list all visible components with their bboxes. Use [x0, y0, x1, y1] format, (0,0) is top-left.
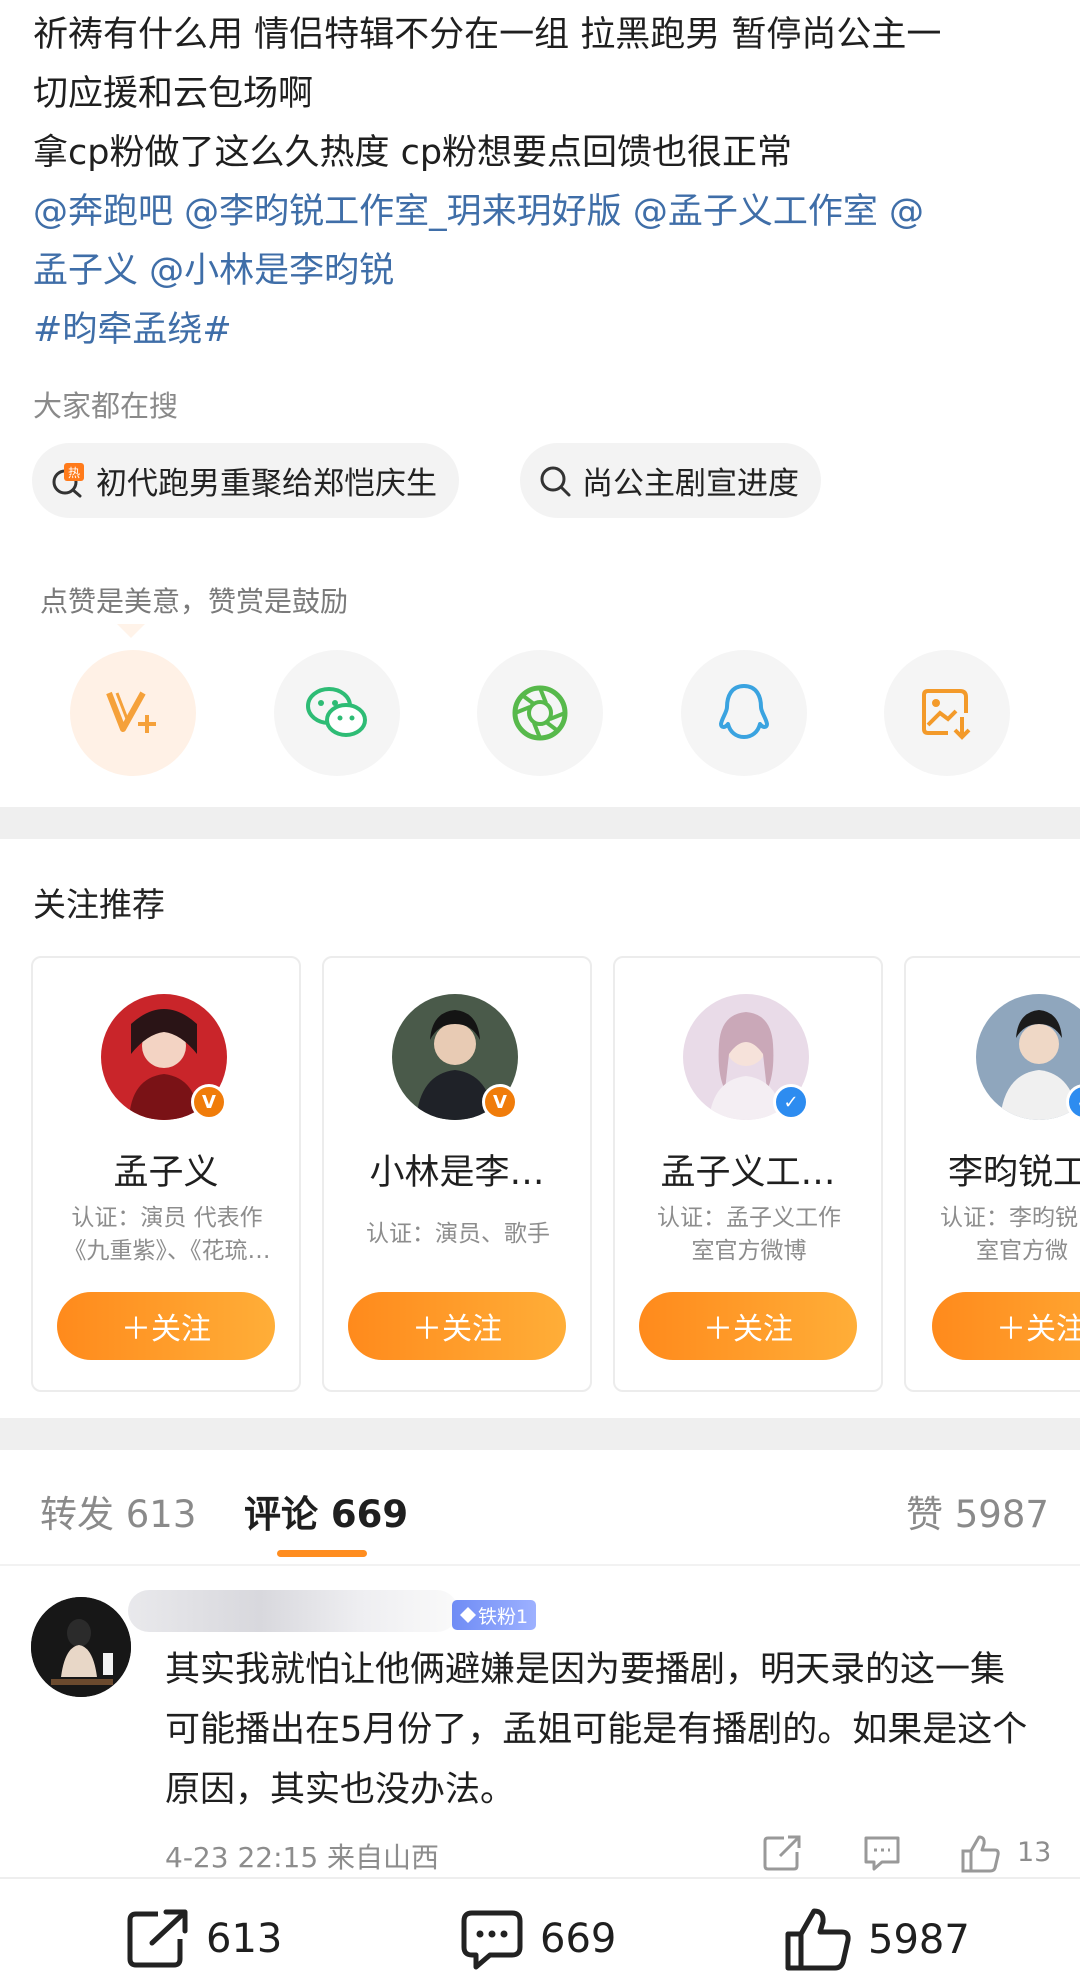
bottom-like-button[interactable]: 5987 [784, 1907, 970, 1973]
comment-like-icon[interactable] [960, 1834, 1002, 1874]
section-divider [0, 807, 1080, 839]
mention-link-li-studio[interactable]: @李昀锐工作室_玥来玥好版 [184, 192, 622, 232]
card-desc-line: 认证：孟子义工作 [657, 1205, 841, 1231]
card-name: 孟子义工… [660, 1153, 836, 1193]
reward-v-plus-icon [106, 691, 156, 733]
card-desc-line: 《九重紫》、《花琉… [63, 1238, 271, 1264]
bottom-repost-button[interactable]: 613 [124, 1907, 282, 1971]
post-line: 祈祷有什么用 情侣特辑不分在一组 拉黑跑男 暂停尚公主一 [33, 15, 942, 55]
card-desc-line: 室官方微 [976, 1238, 1068, 1264]
tab-likes[interactable]: 赞 5987 [906, 1484, 1049, 1538]
fan-badge-text: 铁粉1 [478, 1605, 529, 1628]
follow-button[interactable]: ＋关注 [348, 1292, 566, 1360]
card-name: 孟子义 [113, 1153, 219, 1193]
card-desc-line: 认证：演员、歌手 [366, 1221, 550, 1247]
comment-reply-icon[interactable] [862, 1834, 902, 1872]
search-chip[interactable]: 尚公主剧宣进度 [520, 443, 821, 518]
save-image-icon [922, 689, 971, 740]
bottom-action-bar: 613 669 5987 [0, 1877, 1080, 1987]
comment-meta: 4-23 22:15 来自山西 [165, 1836, 439, 1876]
recommend-card[interactable]: ✓ 李昀锐工 认证：李昀锐 室官方微 ＋关注 [904, 956, 1080, 1392]
hot-search-label: 大家都在搜 [33, 389, 179, 423]
hot-search-icon: 热 [52, 462, 84, 497]
card-description: 认证：孟子义工作 室官方微博 [639, 1202, 859, 1268]
diamond-icon [460, 1607, 476, 1623]
verified-badge-icon: V [482, 1084, 518, 1120]
tabs-divider [0, 1564, 1080, 1566]
save-image-button[interactable] [884, 650, 1010, 776]
card-description: 认证：演员 代表作 《九重紫》、《花琉… [57, 1202, 277, 1268]
bottom-like-count: 5987 [868, 1917, 970, 1963]
comment-location: 来自山西 [327, 1841, 440, 1874]
tooltip-caret-icon [117, 624, 145, 638]
tab-comments[interactable]: 评论 669 [244, 1484, 408, 1538]
wechat-icon [306, 687, 367, 737]
bottom-repost-count: 613 [206, 1916, 283, 1962]
mention-link-xiaolin[interactable]: @小林是李昀锐 [149, 251, 394, 291]
comment-like-count: 13 [1017, 1837, 1052, 1868]
search-chip-text: 尚公主剧宣进度 [582, 466, 799, 502]
hot-search-text: 初代跑男重聚给郑恺庆生 [96, 466, 437, 502]
card-desc-line: 室官方微博 [691, 1238, 807, 1264]
card-description: 认证：李昀锐 室官方微 [940, 1202, 1080, 1268]
avatar[interactable] [976, 994, 1080, 1120]
verified-badge-icon: ✓ [773, 1084, 809, 1120]
recommend-card[interactable]: V 小林是李… 认证：演员、歌手 ＋关注 [322, 956, 592, 1392]
hot-search-chip[interactable]: 热 初代跑男重聚给郑恺庆生 [32, 443, 459, 518]
like-icon [785, 1908, 851, 1971]
mention-link-paopao[interactable]: @奔跑吧 [33, 192, 173, 232]
card-name: 小林是李… [369, 1153, 545, 1193]
qq-icon [719, 684, 769, 739]
tab-repost[interactable]: 转发 613 [40, 1484, 196, 1538]
comment-repost-icon[interactable] [762, 1834, 802, 1872]
fan-level-badge: 铁粉1 [452, 1600, 537, 1630]
hashtag-link[interactable]: #昀牵孟绕# [33, 310, 232, 350]
recommend-card[interactable]: V 孟子义 认证：演员 代表作 《九重紫》、《花琉… ＋关注 [31, 956, 301, 1392]
reward-tooltip: 点赞是美意，赞赏是鼓励 [40, 585, 349, 618]
share-wechat-button[interactable] [274, 650, 400, 776]
recommend-card[interactable]: ✓ 孟子义工… 认证：孟子义工作 室官方微博 ＋关注 [613, 956, 883, 1392]
post-content: 祈祷有什么用 情侣特辑不分在一组 拉黑跑男 暂停尚公主一 切应援和云包场啊 拿c… [33, 6, 1053, 360]
card-desc-line: 认证：李昀锐 [940, 1205, 1078, 1231]
comment-time: 4-23 22:15 [165, 1841, 319, 1874]
search-icon [540, 466, 571, 496]
card-description: 认证：演员、歌手 [348, 1218, 568, 1251]
mention-link-meng-start[interactable]: @ [889, 192, 924, 232]
follow-button[interactable]: ＋关注 [639, 1292, 857, 1360]
share-qq-button[interactable] [681, 650, 807, 776]
comment-text: 其实我就怕让他俩避嫌是因为要播剧，明天录的这一集可能播出在5月份了，孟姐可能是有… [165, 1650, 1028, 1810]
follow-button[interactable]: ＋关注 [932, 1292, 1080, 1360]
bottom-comment-button[interactable]: 669 [458, 1907, 616, 1971]
reward-button[interactable] [70, 650, 196, 776]
moments-icon [512, 685, 568, 741]
svg-text:热: 热 [68, 466, 80, 480]
commenter-name-blurred[interactable] [128, 1590, 458, 1632]
section-divider [0, 1418, 1080, 1450]
recommend-title: 关注推荐 [33, 885, 165, 924]
commenter-avatar[interactable] [31, 1597, 131, 1697]
active-tab-indicator [277, 1550, 367, 1557]
mention-link-meng-studio[interactable]: @孟子义工作室 [633, 192, 878, 232]
comment-icon [461, 1910, 523, 1970]
verified-badge-icon: V [191, 1084, 227, 1120]
follow-button[interactable]: ＋关注 [57, 1292, 275, 1360]
bottom-comment-count: 669 [540, 1916, 617, 1962]
post-line: 拿cp粉做了这么久热度 cp粉想要点回馈也很正常 [33, 133, 793, 173]
post-line: 切应援和云包场啊 [33, 74, 314, 114]
card-name: 李昀锐工 [948, 1153, 1080, 1193]
share-moments-button[interactable] [477, 650, 603, 776]
mention-link-mengziyi[interactable]: 孟子义 [33, 251, 138, 291]
repost-icon [127, 1909, 188, 1968]
card-desc-line: 认证：演员 代表作 [71, 1205, 263, 1231]
